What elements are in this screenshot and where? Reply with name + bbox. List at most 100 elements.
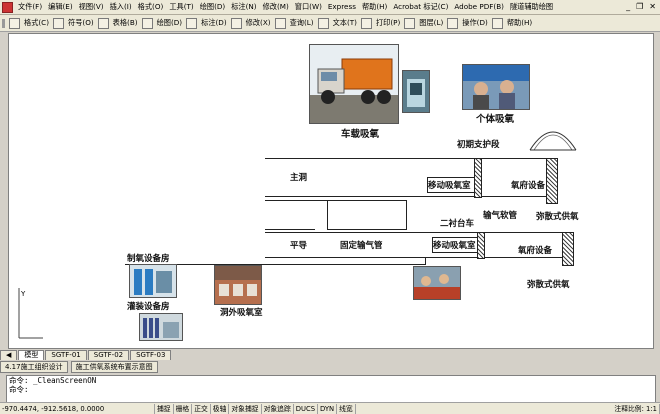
drawing-canvas[interactable]: 车载吸氧 个体吸氧 初期支护段 主洞 移动吸氧室 氧府设备 弥散式供氧 二衬台车… bbox=[8, 33, 654, 349]
oxygen-hose-label: 输气软管 bbox=[483, 211, 518, 221]
toolbar-table[interactable]: 表格(B) bbox=[111, 15, 140, 31]
menu-file[interactable]: 文件(F) bbox=[15, 0, 45, 14]
menu-tools[interactable]: 工具(T) bbox=[166, 0, 196, 14]
truck-interior-photo bbox=[402, 70, 430, 113]
truck-photo bbox=[309, 44, 399, 124]
menu-window[interactable]: 窗口(W) bbox=[292, 0, 325, 14]
menu-draw[interactable]: 绘图(D) bbox=[197, 0, 229, 14]
individual-oxygen-photo bbox=[462, 64, 530, 110]
tab-sgtf-02[interactable]: SGTF-02 bbox=[87, 350, 130, 360]
face-hatch-2 bbox=[562, 232, 574, 266]
oxygen-equipment-1-label: 氧府设备 bbox=[511, 181, 546, 191]
document-taskbar: 4.17施工组织设计 施工供氧系统布置示意图 bbox=[0, 360, 660, 373]
tab-sgtf-01[interactable]: SGTF-01 bbox=[45, 350, 87, 360]
toolbar-operation[interactable]: 操作(D) bbox=[460, 15, 490, 31]
menu-express[interactable]: Express bbox=[325, 0, 359, 14]
main-tunnel-label: 主洞 bbox=[290, 173, 308, 183]
main-tunnel-bottom-line bbox=[265, 196, 555, 197]
operation-icon[interactable] bbox=[447, 17, 459, 29]
coordinate-readout: -970.4474, -912.5618, 0.0000 bbox=[0, 403, 155, 414]
close-icon[interactable]: ✕ bbox=[649, 2, 656, 11]
toolbar-draw[interactable]: 绘图(D) bbox=[155, 15, 185, 31]
dispersion-supply-2-label: 弥散式供氧 bbox=[527, 280, 570, 290]
toolbar-dimension[interactable]: 标注(D) bbox=[199, 15, 229, 31]
mobile-oxygen-room-1-label: 移动吸氧室 bbox=[428, 181, 471, 191]
toolbar-format[interactable]: 格式(C) bbox=[22, 15, 51, 31]
table-icon[interactable] bbox=[97, 17, 109, 29]
supply-pipe-riser bbox=[425, 257, 426, 265]
task-construction-design[interactable]: 4.17施工组织设计 bbox=[0, 360, 68, 373]
menu-tunnel-tools[interactable]: 隧道辅助绘图 bbox=[507, 0, 556, 14]
tab-sgtf-03[interactable]: SGTF-03 bbox=[130, 350, 172, 360]
menu-bar: 文件(F) 编辑(E) 视图(V) 插入(I) 格式(O) 工具(T) 绘图(D… bbox=[0, 0, 660, 15]
command-history-line: 命令: _CleanScreenON bbox=[9, 376, 97, 385]
annotation-scale[interactable]: 注释比例: 1:1 bbox=[612, 403, 660, 414]
otrack-toggle[interactable]: 对象追踪 bbox=[262, 403, 294, 414]
menu-modify[interactable]: 修改(M) bbox=[260, 0, 292, 14]
toolbar-symbol[interactable]: 符号(O) bbox=[66, 15, 96, 31]
toolbar-text[interactable]: 文本(T) bbox=[331, 15, 359, 31]
print-icon[interactable] bbox=[360, 17, 372, 29]
menu-dimension[interactable]: 标注(N) bbox=[228, 0, 259, 14]
toolbar-print[interactable]: 打印(P) bbox=[374, 15, 402, 31]
oxygen-plant-photo bbox=[129, 264, 177, 298]
menu-format[interactable]: 格式(O) bbox=[135, 0, 167, 14]
draw-icon[interactable] bbox=[141, 17, 153, 29]
layer-icon[interactable] bbox=[404, 17, 416, 29]
format-icon[interactable] bbox=[9, 17, 20, 29]
tab-nav-first-icon[interactable]: ◀ bbox=[0, 350, 18, 360]
toolbar-modify[interactable]: 修改(X) bbox=[244, 15, 273, 31]
toolbar-grip-icon bbox=[2, 18, 5, 28]
ortho-toggle[interactable]: 正交 bbox=[192, 403, 211, 414]
outside-oxygen-room-photo bbox=[214, 265, 262, 305]
mobile-room-photo bbox=[413, 266, 461, 300]
grid-toggle[interactable]: 栅格 bbox=[174, 403, 193, 414]
support-section-label: 初期支护段 bbox=[457, 140, 500, 150]
middle-passage bbox=[327, 200, 407, 230]
truck-oxygen-label: 车载吸氧 bbox=[341, 129, 380, 140]
toolbar-help[interactable]: 帮助(H) bbox=[505, 15, 534, 31]
menu-edit[interactable]: 编辑(E) bbox=[45, 0, 76, 14]
toolbar-layer[interactable]: 图层(L) bbox=[417, 15, 445, 31]
toolbar: 格式(C) 符号(O) 表格(B) 绘图(D) 标注(D) 修改(X) 查询(L… bbox=[0, 15, 660, 32]
lining-hatch-1 bbox=[474, 158, 482, 198]
symbol-icon[interactable] bbox=[53, 17, 65, 29]
svg-text:Y: Y bbox=[20, 290, 26, 298]
dyn-toggle[interactable]: DYN bbox=[318, 403, 338, 414]
menu-adobe-pdf[interactable]: Adobe PDF(B) bbox=[451, 0, 507, 14]
modify-icon[interactable] bbox=[230, 17, 242, 29]
pingdao-top-line bbox=[265, 232, 571, 233]
command-prompt-line[interactable]: 命令: bbox=[7, 385, 655, 394]
ucs-icon: Y bbox=[18, 288, 43, 339]
text-icon[interactable] bbox=[317, 17, 329, 29]
lineweight-toggle[interactable]: 线宽 bbox=[337, 403, 356, 414]
filling-room-photo bbox=[139, 313, 183, 341]
ducs-toggle[interactable]: DUCS bbox=[294, 403, 319, 414]
query-icon[interactable] bbox=[274, 17, 286, 29]
app-icon bbox=[2, 1, 13, 13]
menu-help[interactable]: 帮助(H) bbox=[359, 0, 390, 14]
layout-tabs: ◀ 模型 SGTF-01 SGTF-02 SGTF-03 bbox=[0, 349, 660, 360]
menu-acrobat[interactable]: Acrobat 标记(C) bbox=[390, 0, 451, 14]
polar-toggle[interactable]: 极轴 bbox=[211, 403, 230, 414]
osnap-toggle[interactable]: 对象捕捉 bbox=[229, 403, 262, 414]
oxygen-plant-label: 制氧设备房 bbox=[127, 254, 170, 264]
help-icon[interactable] bbox=[491, 17, 503, 29]
minimize-icon[interactable]: _ bbox=[626, 2, 630, 11]
dimension-icon[interactable] bbox=[186, 17, 198, 29]
command-line[interactable]: 命令: _CleanScreenON 命令: bbox=[6, 375, 656, 403]
fixed-pipe-label: 固定输气管 bbox=[340, 241, 383, 251]
snap-toggle[interactable]: 捕捉 bbox=[155, 403, 174, 414]
toolbar-query[interactable]: 查询(L) bbox=[288, 15, 316, 31]
status-bar: -970.4474, -912.5618, 0.0000 捕捉 栅格 正交 极轴… bbox=[0, 402, 660, 414]
pingdao-label: 平导 bbox=[290, 241, 308, 251]
arch-sketch bbox=[529, 131, 577, 151]
menu-view[interactable]: 视图(V) bbox=[76, 0, 107, 14]
filling-room-label: 灌装设备房 bbox=[127, 302, 170, 312]
task-oxygen-layout[interactable]: 施工供氧系统布置示意图 bbox=[70, 360, 158, 373]
individual-oxygen-label: 个体吸氧 bbox=[476, 114, 515, 125]
tab-model[interactable]: 模型 bbox=[18, 350, 45, 360]
restore-icon[interactable]: ❐ bbox=[636, 2, 643, 11]
menu-insert[interactable]: 插入(I) bbox=[107, 0, 135, 14]
face-hatch-1 bbox=[546, 158, 558, 204]
